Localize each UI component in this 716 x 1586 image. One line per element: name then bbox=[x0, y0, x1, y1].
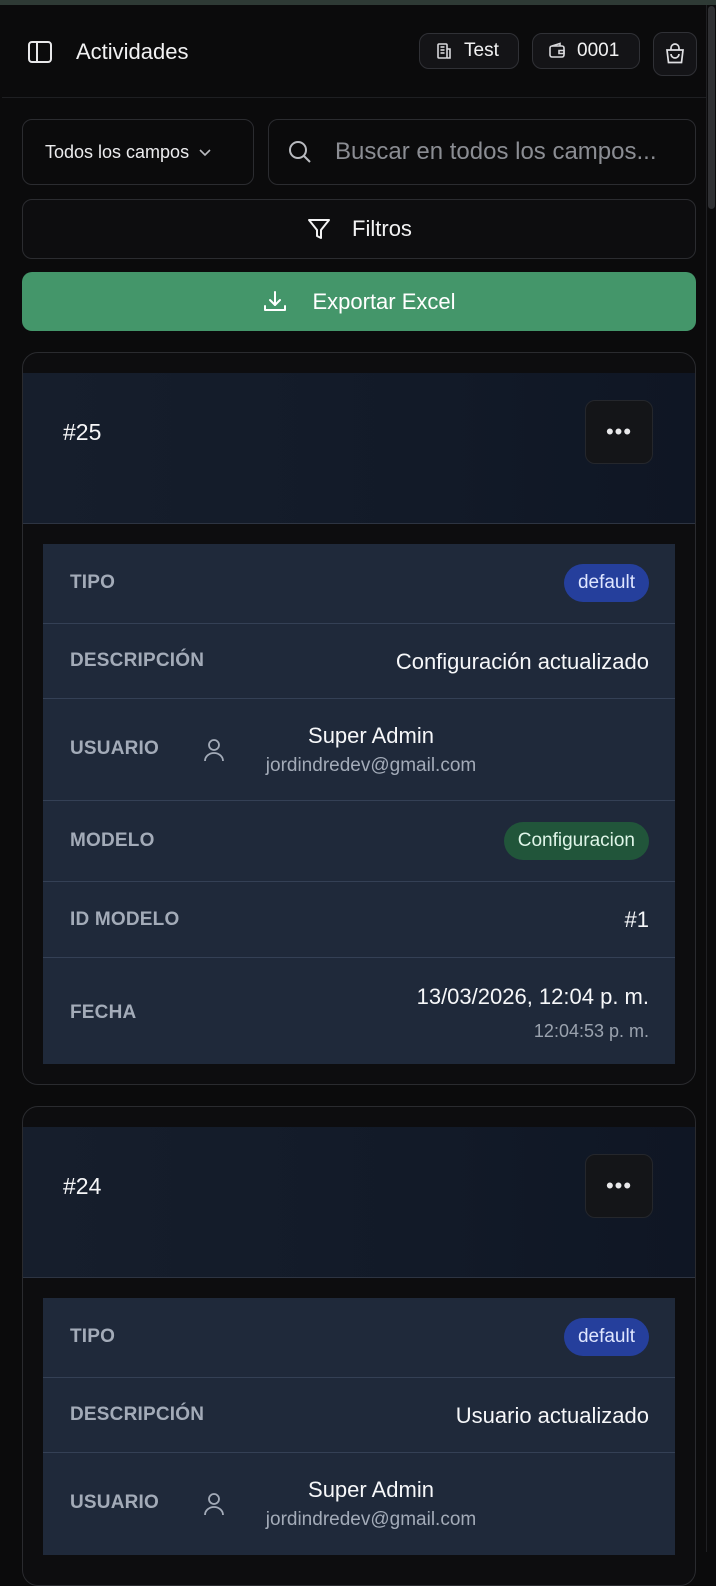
shopping-bag-icon bbox=[666, 43, 684, 64]
user-email: jordindredev@gmail.com bbox=[265, 755, 477, 776]
description-value: Configuración actualizado bbox=[395, 649, 649, 674]
row-descripcion: DESCRIPCIÓN Configuración actualizado bbox=[43, 624, 675, 699]
label-tipo: TIPO bbox=[70, 1326, 116, 1347]
label-descripcion: DESCRIPCIÓN bbox=[70, 1404, 205, 1425]
activity-id: #24 bbox=[63, 1173, 102, 1199]
user-email: jordindredev@gmail.com bbox=[265, 1509, 477, 1530]
building-icon bbox=[437, 43, 451, 59]
cart-button[interactable] bbox=[653, 32, 697, 76]
filters-label: Filtros bbox=[352, 216, 412, 241]
activity-card: #24 ••• TIPO default DESCRIPCIÓN Usuario… bbox=[22, 1106, 696, 1586]
more-options-button[interactable]: ••• bbox=[585, 400, 653, 464]
label-descripcion: DESCRIPCIÓN bbox=[70, 650, 205, 671]
export-excel-button[interactable]: Exportar Excel bbox=[22, 272, 696, 331]
card-header: #25 ••• bbox=[23, 373, 695, 524]
activity-card: #25 ••• TIPO default DESCRIPCIÓN Configu… bbox=[22, 352, 696, 1085]
filter-icon bbox=[308, 219, 331, 239]
chevron-down-icon bbox=[199, 149, 211, 157]
activity-id: #25 bbox=[63, 419, 102, 445]
row-usuario: USUARIO Super Admin jordindredev@gmail.c… bbox=[43, 699, 675, 801]
row-usuario: USUARIO Super Admin jordindredev@gmail.c… bbox=[43, 1453, 675, 1555]
row-fecha: FECHA 13/03/2026, 12:04 p. m. 12:04:53 p… bbox=[43, 958, 675, 1064]
sidebar-toggle-icon[interactable] bbox=[26, 38, 54, 66]
label-fecha: FECHA bbox=[70, 1002, 137, 1023]
field-select[interactable]: Todos los campos bbox=[22, 119, 254, 185]
label-usuario: USUARIO bbox=[70, 1492, 160, 1513]
row-modelo: MODELO Configuracion bbox=[43, 801, 675, 882]
download-icon bbox=[264, 290, 287, 311]
model-id-value: #1 bbox=[624, 907, 649, 932]
user-icon bbox=[204, 739, 224, 762]
company-selector[interactable]: Test bbox=[419, 33, 519, 69]
branch-selector[interactable]: 0001 bbox=[532, 33, 640, 69]
field-select-value: Todos los campos bbox=[45, 141, 190, 162]
label-tipo: TIPO bbox=[70, 572, 116, 593]
card-header: #24 ••• bbox=[23, 1127, 695, 1278]
row-descripcion: DESCRIPCIÓN Usuario actualizado bbox=[43, 1378, 675, 1453]
user-icon bbox=[204, 1493, 224, 1516]
row-tipo: TIPO default bbox=[43, 1298, 675, 1378]
activity-details: TIPO default DESCRIPCIÓN Usuario actuali… bbox=[43, 1298, 675, 1555]
type-badge: default bbox=[563, 1318, 649, 1356]
scrollbar-thumb[interactable] bbox=[708, 6, 715, 209]
date-value: 13/03/2026, 12:04 p. m. bbox=[416, 984, 649, 1009]
wallet-icon bbox=[549, 42, 565, 58]
filters-button[interactable]: Filtros bbox=[22, 199, 696, 259]
ellipsis-icon: ••• bbox=[605, 419, 633, 444]
search-field[interactable] bbox=[268, 119, 696, 185]
ellipsis-icon: ••• bbox=[605, 1173, 633, 1198]
company-label: Test bbox=[464, 40, 499, 61]
top-bar: Actividades Test 0001 bbox=[2, 5, 706, 98]
export-label: Exportar Excel bbox=[312, 288, 456, 314]
user-name: Super Admin bbox=[308, 723, 434, 748]
row-tipo: TIPO default bbox=[43, 544, 675, 624]
model-badge: Configuracion bbox=[503, 822, 649, 860]
type-badge: default bbox=[563, 564, 649, 602]
label-id-modelo: ID MODELO bbox=[70, 909, 180, 930]
label-modelo: MODELO bbox=[70, 830, 155, 851]
search-icon bbox=[289, 141, 311, 163]
time-value: 12:04:53 p. m. bbox=[533, 1021, 649, 1041]
row-id-modelo: ID MODELO #1 bbox=[43, 882, 675, 958]
more-options-button[interactable]: ••• bbox=[585, 1154, 653, 1218]
search-input[interactable] bbox=[333, 137, 677, 167]
user-name: Super Admin bbox=[308, 1477, 434, 1502]
label-usuario: USUARIO bbox=[70, 738, 160, 759]
description-value: Usuario actualizado bbox=[455, 1403, 649, 1428]
page-title: Actividades bbox=[76, 39, 189, 64]
branch-label: 0001 bbox=[577, 40, 620, 61]
activity-details: TIPO default DESCRIPCIÓN Configuración a… bbox=[43, 544, 675, 1064]
